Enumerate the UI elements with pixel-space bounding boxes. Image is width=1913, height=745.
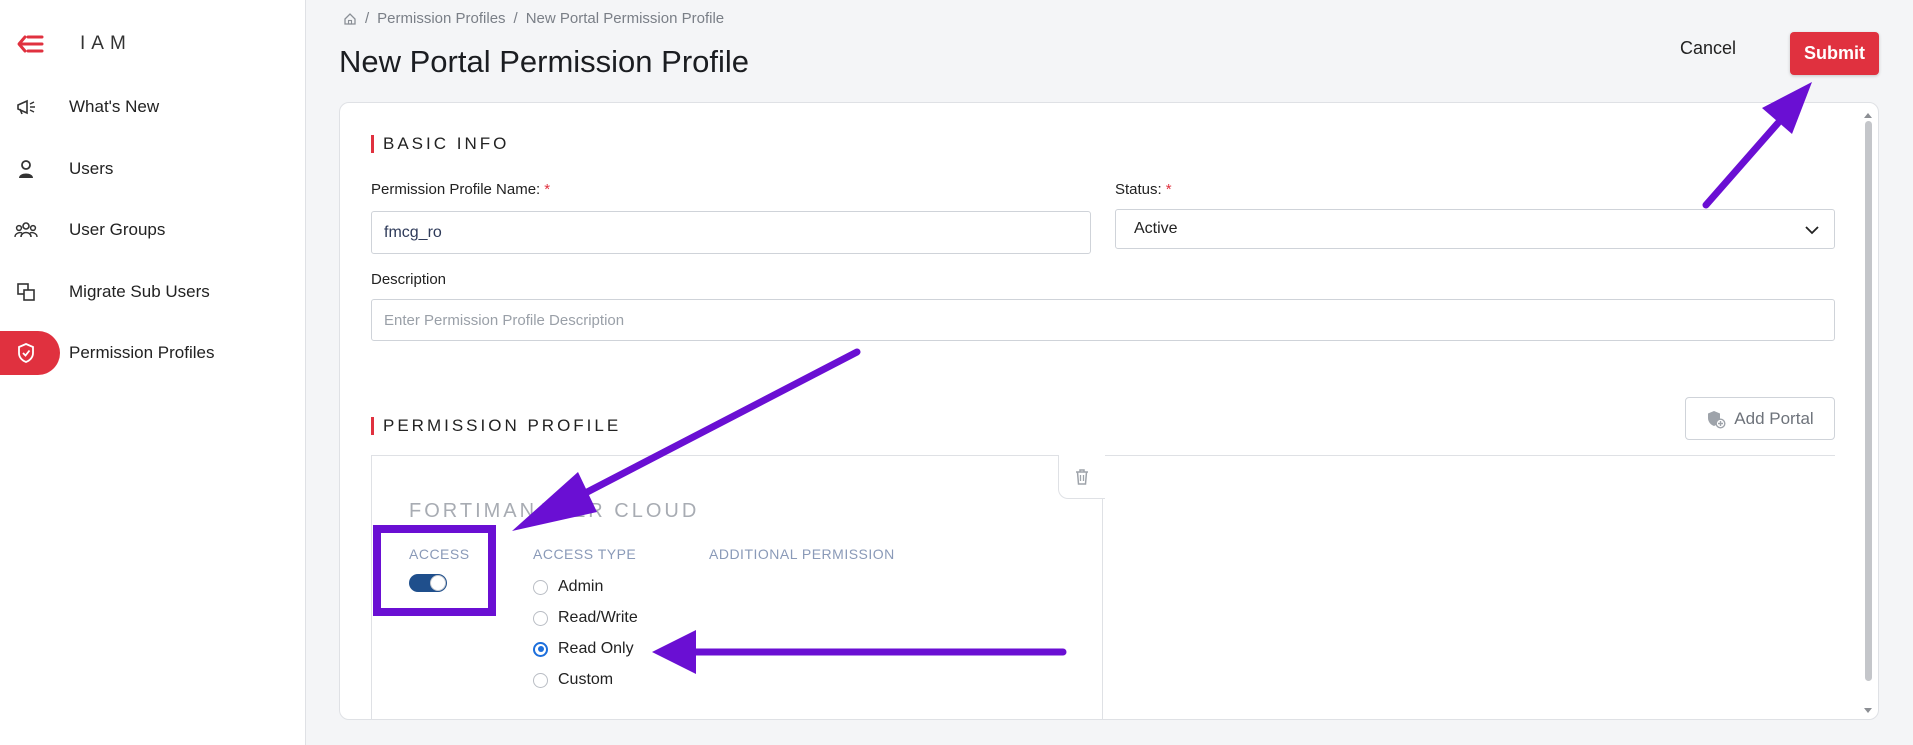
sidebar-item-label: What's New <box>69 97 160 116</box>
shield-icon <box>14 341 38 365</box>
sidebar-item-migrate-sub-users[interactable]: Migrate Sub Users <box>0 270 306 314</box>
access-type-column-label: ACCESS TYPE <box>533 546 637 562</box>
permission-profile-heading: PERMISSION PROFILE <box>371 416 621 436</box>
radio-label: Read/Write <box>558 609 638 626</box>
sidebar: IAM What's New Users User Groups Migrate… <box>0 0 306 745</box>
status-select[interactable]: Active <box>1115 209 1835 249</box>
migrate-icon <box>14 280 38 304</box>
delete-portal-button[interactable] <box>1058 455 1105 499</box>
toggle-knob <box>430 575 446 591</box>
sidebar-item-label: Users <box>69 159 114 178</box>
required-mark: * <box>1165 181 1172 198</box>
section-accent-bar <box>371 135 374 153</box>
scroll-up-icon[interactable] <box>1864 113 1872 118</box>
access-type-custom[interactable]: Custom <box>533 671 613 689</box>
section-accent-bar <box>371 417 374 435</box>
sidebar-item-label: Migrate Sub Users <box>69 282 210 301</box>
breadcrumb: / Permission Profiles / New Portal Permi… <box>343 10 724 27</box>
profile-name-input[interactable]: fmcg_ro <box>371 211 1091 254</box>
radio-button[interactable] <box>533 610 548 626</box>
sidebar-item-whats-new[interactable]: What's New <box>0 85 306 129</box>
cancel-button[interactable]: Cancel <box>1680 38 1736 59</box>
field-label-text: Status: <box>1115 181 1162 198</box>
profile-name-label: Permission Profile Name: * <box>371 181 550 198</box>
access-type-read-only[interactable]: Read Only <box>533 640 634 658</box>
portal-divider <box>1103 455 1835 456</box>
radio-label: Read Only <box>558 640 634 657</box>
radio-button[interactable] <box>533 579 548 595</box>
status-value: Active <box>1134 220 1178 237</box>
user-icon <box>14 157 38 181</box>
section-title: PERMISSION PROFILE <box>383 416 622 435</box>
radio-button-selected[interactable] <box>533 641 548 657</box>
radio-button[interactable] <box>533 672 548 688</box>
portal-panel: FORTIMANAGER CLOUD ACCESS ACCESS TYPE AD… <box>371 455 1105 719</box>
profile-name-value: fmcg_ro <box>384 223 442 241</box>
app-title: IAM <box>80 33 132 54</box>
shield-add-icon <box>1708 410 1726 429</box>
breadcrumb-item-current: New Portal Permission Profile <box>525 10 725 27</box>
collapse-menu-icon[interactable] <box>16 32 44 56</box>
radio-label: Custom <box>558 671 614 688</box>
add-portal-label: Add Portal <box>1734 408 1814 428</box>
sidebar-item-users[interactable]: Users <box>0 147 306 191</box>
profile-form-card: BASIC INFO Permission Profile Name: * fmc… <box>339 102 1879 720</box>
field-label-text: Permission Profile Name: <box>371 181 541 198</box>
additional-permission-column-label: ADDITIONAL PERMISSION <box>709 546 895 562</box>
access-type-read-write[interactable]: Read/Write <box>533 609 638 627</box>
breadcrumb-separator: / <box>365 10 370 27</box>
description-placeholder: Enter Permission Profile Description <box>384 311 625 329</box>
sidebar-item-label: Permission Profiles <box>69 343 215 362</box>
breadcrumb-separator: / <box>513 10 518 27</box>
user-group-icon <box>14 218 38 242</box>
page-title: New Portal Permission Profile <box>339 44 750 79</box>
chevron-down-icon <box>1805 226 1819 235</box>
breadcrumb-item-permission-profiles[interactable]: Permission Profiles <box>377 10 505 27</box>
radio-label: Admin <box>558 578 604 595</box>
portal-name: FORTIMANAGER CLOUD <box>409 500 700 522</box>
sidebar-item-user-groups[interactable]: User Groups <box>0 208 306 252</box>
submit-button[interactable]: Submit <box>1790 32 1879 75</box>
sidebar-item-label: User Groups <box>69 220 166 239</box>
access-column-label: ACCESS <box>409 546 470 562</box>
access-toggle[interactable] <box>409 574 447 592</box>
section-title: BASIC INFO <box>383 134 510 153</box>
access-type-admin[interactable]: Admin <box>533 578 603 596</box>
add-portal-button[interactable]: Add Portal <box>1685 397 1835 440</box>
scroll-down-icon[interactable] <box>1864 708 1872 713</box>
home-icon[interactable] <box>343 12 357 26</box>
megaphone-icon <box>14 95 38 119</box>
status-label: Status: * <box>1115 181 1172 198</box>
scrollbar[interactable] <box>1864 113 1872 713</box>
sidebar-item-permission-profiles[interactable]: Permission Profiles <box>0 331 306 375</box>
basic-info-heading: BASIC INFO <box>371 134 509 154</box>
scrollbar-thumb[interactable] <box>1865 121 1872 681</box>
description-input[interactable]: Enter Permission Profile Description <box>371 299 1835 341</box>
brand: IAM <box>16 28 132 60</box>
description-label: Description <box>371 271 447 288</box>
required-mark: * <box>544 181 551 198</box>
trash-icon <box>1076 468 1088 485</box>
